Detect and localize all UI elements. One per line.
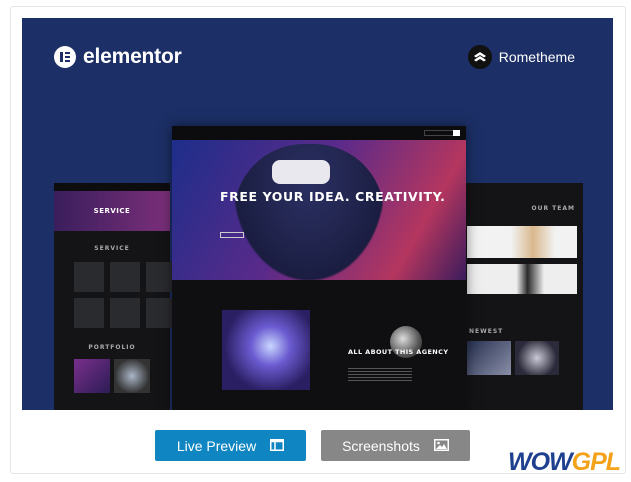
mockup-about-image [222,310,310,390]
mockup-team-heading: OUR TEAM [531,205,575,212]
mockup-hero-headline: FREE YOUR IDEA. CREATIVITY. [220,189,446,204]
newest-tile [467,341,511,375]
rometheme-logo-text: Rometheme [498,49,575,65]
layout-icon [270,438,285,454]
mockup-about-heading: ALL ABOUT THIS AGENCY [348,348,449,356]
theme-preview-banner[interactable]: elementor Rometheme SERVICE SERVICE PORT… [22,18,613,410]
team-photo [467,264,577,294]
service-card [74,262,104,292]
mockup-left-page: SERVICE SERVICE PORTFOLIO [54,183,176,410]
mockup-portfolio-title: PORTFOLIO [88,344,136,351]
mockup-newest-tiles [465,335,583,375]
vr-headset-image [272,160,330,184]
service-card [110,298,140,328]
elementor-logo: elementor [54,45,182,69]
portfolio-tile [74,359,110,393]
mockup-center-nav [172,126,466,140]
mockup-hero-button [220,232,244,238]
mockup-left-hero: SERVICE [54,191,170,231]
mockup-service-heading: SERVICE [93,207,131,215]
rometheme-logo: Rometheme [467,45,575,69]
watermark-gpl: GPL [571,448,621,476]
service-card [74,298,104,328]
elementor-logo-text: elementor [83,45,182,68]
screenshots-label: Screenshots [342,437,420,454]
wowgpl-watermark: WOWGPL [508,448,621,476]
portfolio-tile [114,359,150,393]
mockup-search-box [424,130,460,136]
mockup-left-nav [54,183,170,191]
screenshots-button[interactable]: Screenshots [321,430,470,461]
mockup-center-page: FREE YOUR IDEA. CREATIVITY. ALL ABOUT TH… [172,126,466,410]
elementor-e-icon [54,46,76,68]
mockup-right-page: OUR TEAM NEWEST [465,183,583,410]
rometheme-icon [467,45,492,69]
live-preview-button[interactable]: Live Preview [155,430,306,461]
team-photo [467,226,577,258]
live-preview-label: Live Preview [176,437,257,454]
mockup-hero: FREE YOUR IDEA. CREATIVITY. [172,140,466,280]
newest-tile [515,341,559,375]
mockup-about-section: ALL ABOUT THIS AGENCY [172,280,466,410]
image-icon [433,438,449,454]
mockup-service-section-title: SERVICE [94,245,130,252]
mockup-portfolio-tiles [54,351,170,393]
watermark-wow: WOW [508,448,573,476]
mockup-newest-heading: NEWEST [469,328,504,335]
mockup-service-grid [54,252,176,338]
mockup-about-text [348,368,412,382]
service-card [110,262,140,292]
